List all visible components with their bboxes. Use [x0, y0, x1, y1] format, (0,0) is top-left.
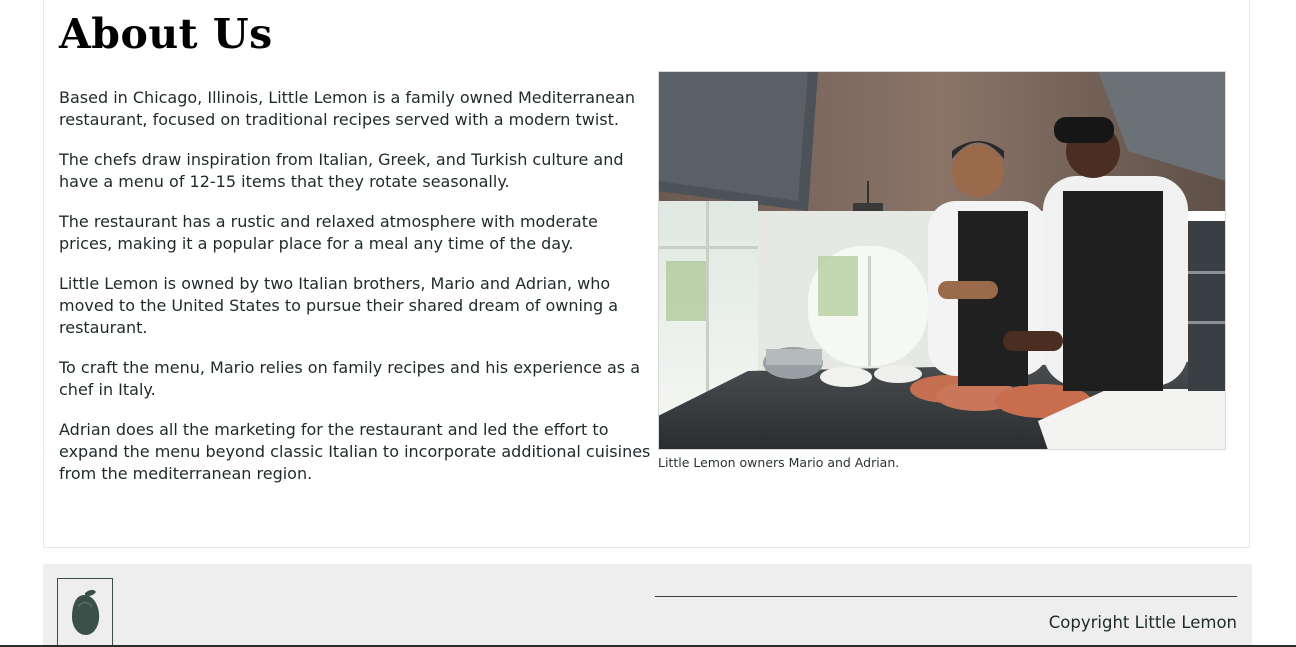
about-paragraph: Adrian does all the marketing for the re… — [59, 420, 651, 483]
site-footer: Copyright Little Lemon — [43, 564, 1252, 647]
lemon-logo-icon — [72, 589, 100, 635]
copyright-text: Copyright Little Lemon — [1048, 613, 1237, 632]
owners-photo — [658, 71, 1226, 450]
about-paragraph: Little Lemon is owned by two Italian bro… — [59, 274, 619, 337]
footer-divider — [655, 596, 1237, 597]
about-paragraph: Based in Chicago, Illinois, Little Lemon… — [59, 88, 635, 129]
about-section: About Us Based in Chicago, Illinois, Lit… — [43, 0, 1250, 548]
footer-logo[interactable] — [57, 578, 113, 646]
owners-figure: Little Lemon owners Mario and Adrian. — [658, 71, 1226, 471]
about-paragraph: The restaurant has a rustic and relaxed … — [59, 212, 598, 253]
about-text: Based in Chicago, Illinois, Little Lemon… — [59, 87, 654, 503]
page-title: About Us — [59, 10, 273, 58]
about-page: About Us Based in Chicago, Illinois, Lit… — [0, 0, 1296, 647]
about-paragraph: The chefs draw inspiration from Italian,… — [59, 150, 624, 191]
photo-caption: Little Lemon owners Mario and Adrian. — [658, 455, 900, 470]
about-paragraph: To craft the menu, Mario relies on famil… — [59, 358, 640, 399]
